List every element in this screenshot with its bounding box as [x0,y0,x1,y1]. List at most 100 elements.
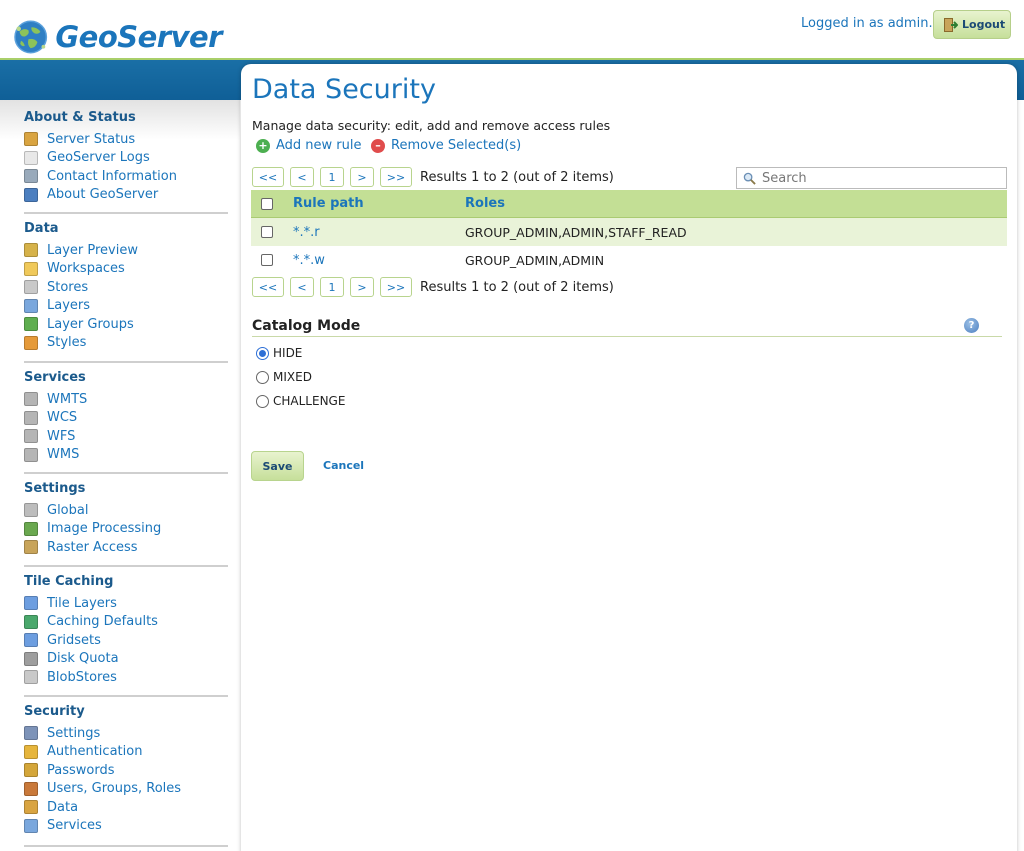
sidebar-item[interactable]: Settings [24,724,228,743]
sidebar-item-label: Styles [47,335,87,351]
sidebar-item[interactable]: Workspaces [24,260,228,279]
search-box[interactable] [736,167,1007,189]
sidebar-item-label: Contact Information [47,168,177,184]
rule-path-link[interactable]: *.*.r [283,225,465,240]
header: GeoServer Logged in as admin. Logout [0,0,1024,58]
sidebar-item-label: Global [47,502,89,518]
pager-page-button[interactable]: 1 [320,167,344,187]
sidebar-item[interactable]: Users, Groups, Roles [24,780,228,799]
service-icon [24,410,38,425]
remove-icon: – [371,138,385,153]
sidebar-item[interactable]: Styles [24,334,228,353]
users-icon [24,781,38,796]
logs-icon [24,150,38,165]
grid-icon [24,596,38,611]
sidebar-item[interactable]: Passwords [24,761,228,780]
sidebar-item[interactable]: Image Processing [24,520,228,539]
wrench-icon [24,726,38,741]
geoserver-logo[interactable]: GeoServer [12,12,222,62]
globe-icon [24,614,38,629]
sidebar-group: Tile Caching Tile Layers Caching Defaults G… [24,574,228,687]
sidebar-item-label: BlobStores [47,669,117,685]
pager-last-button[interactable]: >> [380,277,412,297]
rule-roles: GROUP_ADMIN,ADMIN,STAFF_READ [465,224,687,240]
radio-hide[interactable] [256,346,269,360]
sidebar-item[interactable]: About GeoServer [24,186,228,205]
sidebar-item[interactable]: Raster Access [24,538,228,557]
sidebar-item[interactable]: BlobStores [24,668,228,687]
sidebar-item-label: Authentication [47,744,143,760]
sidebar-item[interactable]: Tile Layers [24,594,228,613]
sidebar-item[interactable]: Authentication [24,743,228,762]
sidebar-item[interactable]: Layers [24,297,228,316]
sidebar-group-title: Settings [24,481,86,496]
sidebar-item[interactable]: Layer Groups [24,315,228,334]
sidebar-item[interactable]: Stores [24,278,228,297]
sidebar-item[interactable]: Global [24,501,228,520]
sidebar-item-label: Users, Groups, Roles [47,781,182,797]
cancel-link[interactable]: Cancel [323,459,364,472]
logo-text: GeoServer [55,20,222,54]
radio-mixed[interactable] [256,370,269,384]
catalog-mode-mixed-option[interactable]: MIXED [256,370,312,384]
sidebar-item[interactable]: WFS [24,427,228,446]
data-security-icon [24,800,38,815]
pager-bottom: << < 1 > >> Results 1 to 2 (out of 2 ite… [252,276,614,298]
header-roles[interactable]: Roles [465,196,1007,211]
shield-icon [24,744,38,759]
sidebar-group: About & Status Server Status GeoServer Log… [24,110,228,204]
table-row: *.*.r GROUP_ADMIN,ADMIN,STAFF_READ [251,218,1007,246]
sidebar-item[interactable]: Server Status [24,130,228,149]
pager-next-button[interactable]: > [350,277,374,297]
sidebar-item[interactable]: WMS [24,446,228,465]
sidebar-group: Data Layer Preview Workspaces Stores Layers L… [24,221,228,352]
sidebar-group: Settings Global Image Processing Raster Acc… [24,481,228,557]
pager-next-button[interactable]: > [350,167,374,187]
image-processing-icon [24,521,38,536]
server-status-icon [24,132,38,147]
sidebar-item[interactable]: Gridsets [24,631,228,650]
layer-preview-icon [24,243,38,258]
rule-path-link[interactable]: *.*.w [283,253,465,268]
row-checkbox[interactable] [261,254,273,266]
page-title: Data Security [252,74,436,105]
sidebar-item[interactable]: Services [24,817,228,836]
catalog-mode-hide-option[interactable]: HIDE [256,346,302,360]
row-checkbox[interactable] [261,226,273,238]
radio-challenge[interactable] [256,394,269,408]
section-divider [252,336,1002,337]
disk-icon [24,651,38,666]
sidebar-item[interactable]: WMTS [24,390,228,409]
search-input[interactable] [762,170,992,186]
sidebar-item-label: Image Processing [47,521,162,537]
store-icon [24,670,38,685]
pager-page-button[interactable]: 1 [320,277,344,297]
store-icon [24,280,38,295]
layers-icon [24,298,38,313]
sidebar-item[interactable]: Layer Preview [24,241,228,260]
sidebar-item[interactable]: Contact Information [24,167,228,186]
pager-prev-button[interactable]: < [290,277,314,297]
catalog-mode-challenge-option[interactable]: CHALLENGE [256,394,345,408]
rules-table: Rule path Roles *.*.r GROUP_ADMIN,ADMIN,… [251,190,1007,274]
sidebar-item[interactable]: Data [24,798,228,817]
pager-first-button[interactable]: << [252,167,284,187]
pager-prev-button[interactable]: < [290,167,314,187]
pager-first-button[interactable]: << [252,277,284,297]
sidebar-divider [24,472,228,474]
add-new-rule-link[interactable]: + Add new rule [256,138,362,153]
header-rule-path[interactable]: Rule path [283,196,465,211]
sidebar-item[interactable]: Caching Defaults [24,613,228,632]
select-all-checkbox[interactable] [261,197,273,210]
remove-selected-link[interactable]: – Remove Selected(s) [371,138,521,153]
sidebar-item[interactable]: Disk Quota [24,650,228,669]
sidebar-item[interactable]: WCS [24,409,228,428]
help-icon[interactable]: ? [964,318,979,333]
pager-last-button[interactable]: >> [380,167,412,187]
palette-icon [24,335,38,350]
logout-button[interactable]: Logout [933,10,1011,39]
sidebar-item[interactable]: GeoServer Logs [24,149,228,168]
sidebar-item-label: WMS [47,447,80,463]
sidebar-item-label: Tile Layers [47,595,117,611]
save-button[interactable]: Save [251,451,304,481]
